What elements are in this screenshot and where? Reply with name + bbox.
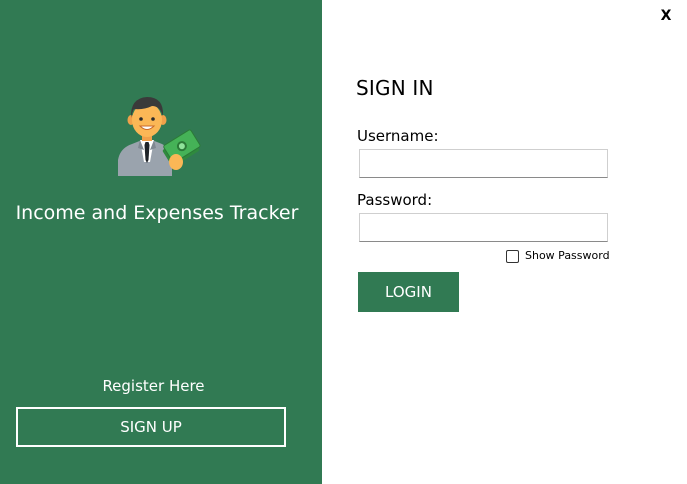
app-title: Income and Expenses Tracker bbox=[15, 202, 299, 224]
username-label: Username: bbox=[357, 127, 439, 145]
login-button[interactable]: LOGIN bbox=[358, 272, 459, 312]
password-label: Password: bbox=[357, 191, 433, 209]
username-input[interactable] bbox=[359, 149, 608, 178]
password-input[interactable] bbox=[359, 213, 608, 242]
show-password-label: Show Password bbox=[525, 249, 610, 262]
businessman-with-money-icon bbox=[118, 97, 201, 176]
branding-panel: Income and Expenses Tracker Register Her… bbox=[0, 0, 322, 484]
sign-in-heading: SIGN IN bbox=[356, 76, 434, 100]
register-prompt: Register Here bbox=[102, 377, 205, 395]
sign-up-button[interactable]: SIGN UP bbox=[16, 407, 286, 447]
show-password-checkbox[interactable] bbox=[506, 249, 519, 263]
show-password-toggle[interactable]: Show Password bbox=[506, 248, 610, 264]
close-button[interactable]: X bbox=[657, 6, 675, 26]
